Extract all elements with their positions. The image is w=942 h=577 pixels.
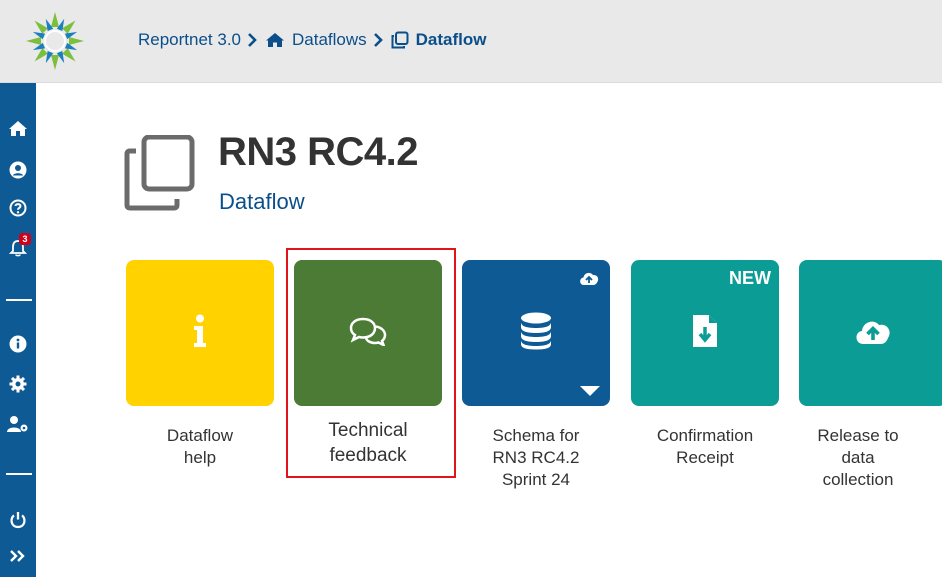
tile-label-line: RN3 RC4.2 [492,448,580,467]
database-icon [520,312,552,355]
tile-label-dataflow-help[interactable]: Dataflow help [120,425,280,469]
breadcrumb-item-dataflows[interactable]: Dataflows [265,30,367,50]
breadcrumb-item-reportnet[interactable]: Reportnet 3.0 [138,30,241,50]
top-bar: Reportnet 3.0 Dataflows Dataflow [0,0,942,83]
tile-label-line: help [183,448,217,467]
new-badge: NEW [729,268,771,288]
breadcrumb-label: Dataflow [415,30,487,49]
confirmation-receipt-tile[interactable]: NEW [631,260,779,406]
cloud-upload-icon [853,317,893,350]
highlight-box [286,248,456,478]
tile-label-line: Sprint 24 [501,470,571,489]
sidebar-divider [6,473,32,475]
breadcrumb: Reportnet 3.0 Dataflows Dataflow [138,30,487,50]
tile-label-line: Confirmation [656,426,754,445]
schema-tile[interactable] [462,260,610,406]
sidebar-divider [6,299,32,301]
tile-label-line: Schema for [492,426,580,445]
gear-icon[interactable] [7,373,29,395]
file-download-icon [692,314,718,353]
breadcrumb-item-dataflow: Dataflow [391,30,487,50]
dataflow-clone-icon [124,134,196,216]
tile-label-confirmation-receipt[interactable]: Confirmation Receipt [625,425,785,469]
breadcrumb-label: Reportnet 3.0 [138,30,242,49]
page-subtitle: Dataflow [219,189,305,214]
info-icon [192,314,208,353]
release-to-data-collection-tile[interactable] [799,260,942,406]
notification-badge: 3 [19,233,31,245]
tile-label-line: Release to [817,426,899,445]
eea-logo[interactable] [22,8,88,74]
expand-icon[interactable] [7,545,29,567]
breadcrumb-label: Dataflows [292,30,367,49]
power-icon[interactable] [7,509,29,531]
user-settings-icon[interactable] [7,413,29,435]
caret-down-icon[interactable] [580,386,600,396]
tile-label-release[interactable]: Release to data collection [778,425,938,491]
sidebar: 3 [0,83,36,577]
dataflow-help-tile[interactable] [126,260,274,406]
chevron-right-icon [247,33,257,47]
user-icon[interactable] [7,159,29,181]
tile-label-schema[interactable]: Schema for RN3 RC4.2 Sprint 24 [456,425,616,491]
tile-label-line: collection [822,470,894,489]
tile-label-line: Dataflow [166,426,234,445]
tile-label-line: data [841,448,875,467]
home-icon [265,32,285,48]
cloud-upload-icon [578,270,600,291]
clone-icon [391,31,409,49]
bell-icon[interactable]: 3 [7,233,31,259]
page-title: RN3 RC4.2 [218,130,419,174]
tile-label-line: Receipt [676,448,734,467]
info-icon[interactable] [7,333,29,355]
help-icon[interactable] [7,197,29,219]
home-icon[interactable] [7,117,29,139]
chevron-right-icon [373,33,383,47]
